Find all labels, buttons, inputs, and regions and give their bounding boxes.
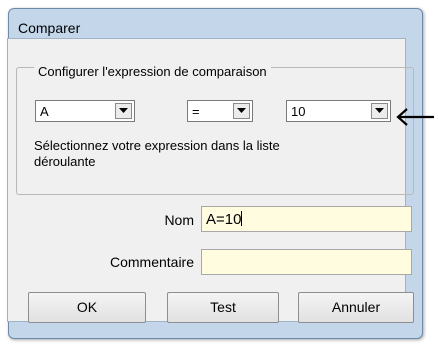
text-caret (241, 211, 243, 226)
name-field-text: A=10 (206, 211, 242, 228)
expression-groupbox (16, 67, 414, 195)
operator-value: = (192, 104, 200, 119)
cancel-button[interactable]: Annuler (298, 292, 414, 323)
comment-label: Commentaire (109, 254, 194, 270)
expression-group-legend: Configurer l'expression de comparaison (34, 64, 271, 79)
left-operand-dropdown-button[interactable] (115, 103, 132, 119)
test-button[interactable]: Test (167, 292, 279, 323)
name-label: Nom (164, 212, 194, 228)
expression-hint: Sélectionnez votre expression dans la li… (34, 138, 280, 169)
right-operand-dropdown-button[interactable] (371, 103, 388, 119)
ok-button[interactable]: OK (28, 292, 146, 323)
operator-combo[interactable]: = (187, 100, 253, 122)
left-operand-combo[interactable]: A (35, 100, 135, 122)
dialog-title: Comparer (18, 20, 81, 36)
left-operand-value: A (40, 104, 49, 119)
name-field[interactable]: A=10 (201, 206, 412, 232)
name-field-value: A=10 (206, 211, 243, 228)
right-operand-combo[interactable]: 10 (286, 100, 391, 122)
chevron-down-icon (237, 108, 246, 113)
arrow-left-icon (396, 108, 434, 126)
chevron-down-icon (119, 108, 128, 113)
right-operand-value: 10 (291, 104, 306, 119)
comment-field[interactable] (201, 249, 412, 275)
operator-dropdown-button[interactable] (233, 103, 250, 119)
chevron-down-icon (375, 108, 384, 113)
